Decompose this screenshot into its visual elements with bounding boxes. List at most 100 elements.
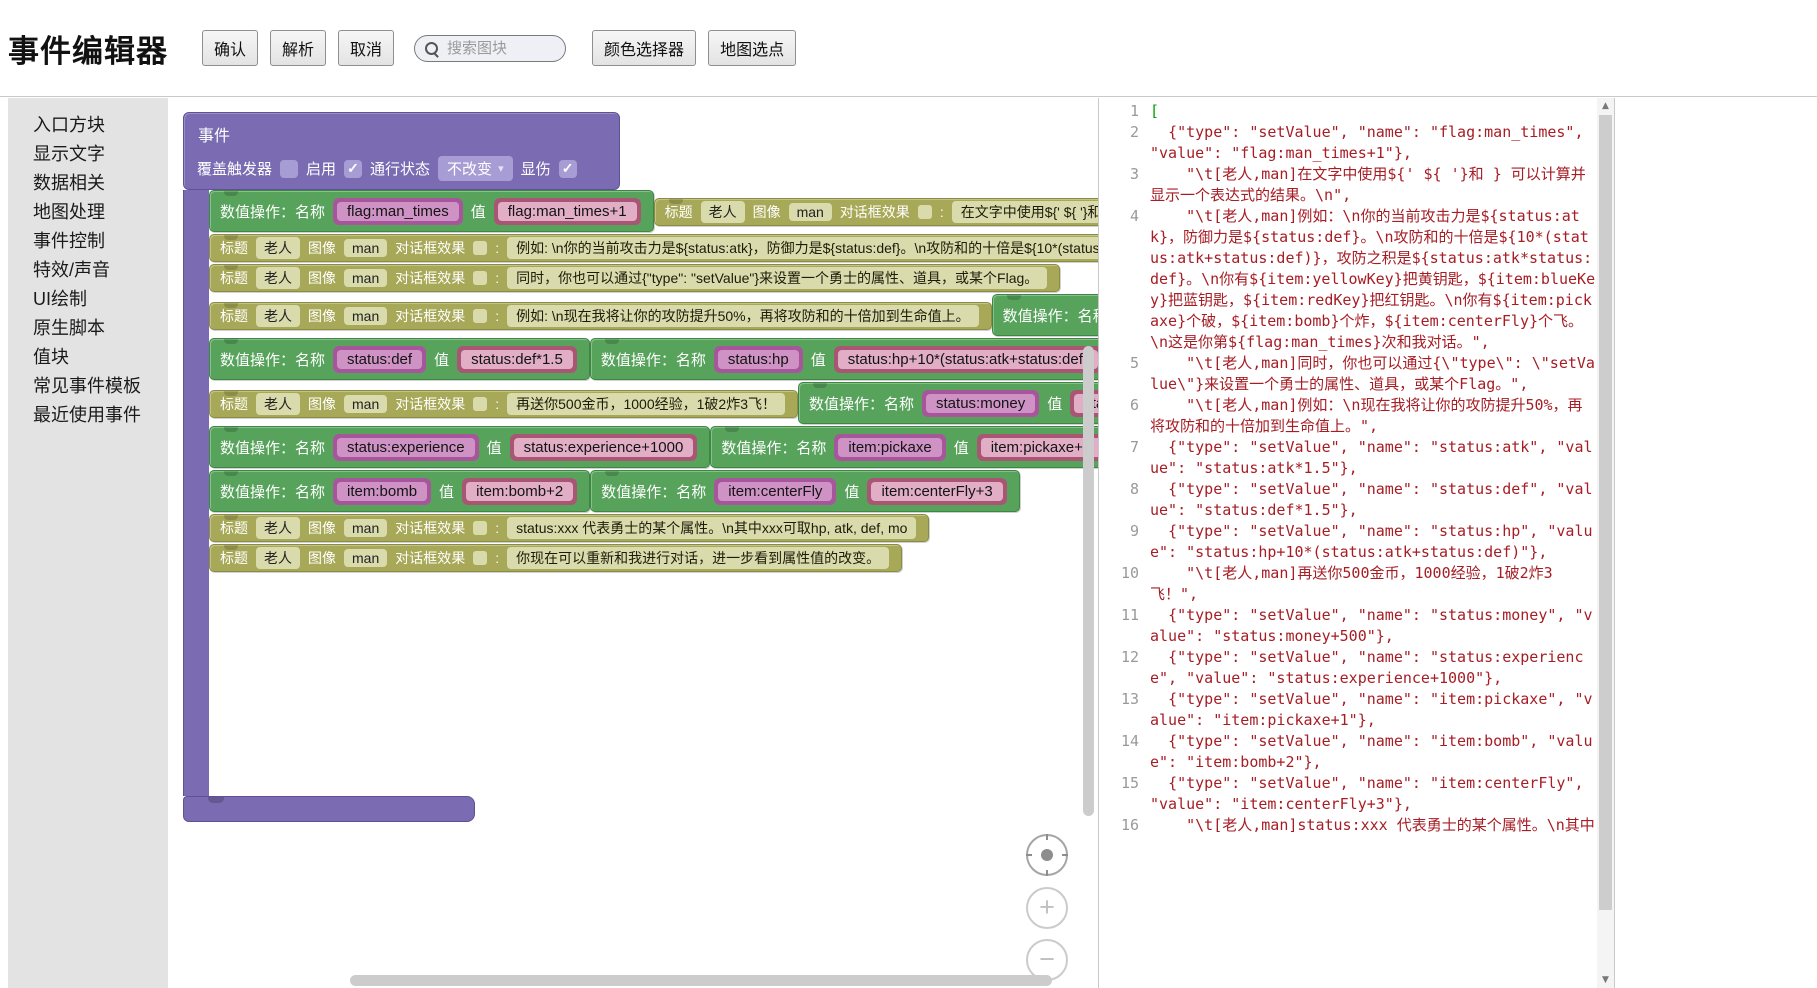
name-pill[interactable]: flag:man_times [337,202,459,221]
speaker-pill[interactable]: 老人 [256,393,300,415]
speaker-pill[interactable]: 老人 [256,267,300,289]
code-text[interactable]: "\t[老人,man]同时，你也可以通过{\"type\": \"setValu… [1150,353,1597,395]
dialog-effect-checkbox[interactable] [473,551,487,565]
value-pill[interactable]: status:def*1.5 [461,350,573,369]
block-set-value[interactable]: 数值操作：名称status:experience值status:experien… [209,426,710,468]
code-line[interactable]: 6 "\t[老人,man]例如：\n现在我将让你的攻防提升50%，再将攻防和的十… [1099,395,1597,437]
message-field[interactable]: 例如: \n现在我将让你的攻防提升50%，再将攻防和的十倍加到生命值上。 [507,305,978,327]
dialog-effect-checkbox[interactable] [473,241,487,255]
name-pill[interactable]: status:hp [718,350,799,369]
code-line[interactable]: 15 {"type": "setValue", "name": "item:ce… [1099,773,1597,815]
sidebar-item[interactable]: 值块 [8,343,168,372]
code-text[interactable]: {"type": "setValue", "name": "status:def… [1150,479,1597,521]
code-editor[interactable]: 1[2 {"type": "setValue", "name": "flag:m… [1098,98,1615,988]
code-line[interactable]: 11 {"type": "setValue", "name": "status:… [1099,605,1597,647]
image-pill[interactable]: man [344,395,387,413]
cancel-button[interactable]: 取消 [338,30,394,66]
code-text[interactable]: "\t[老人,man]例如：\n你的当前攻击力是${status:atk}，防御… [1150,206,1597,353]
code-text[interactable]: "\t[老人,man]再送你500金币，1000经验，1破2炸3飞！", [1150,563,1597,605]
zoom-in-button[interactable]: + [1026,887,1068,929]
speaker-pill[interactable]: 老人 [256,305,300,327]
code-line[interactable]: 10 "\t[老人,man]再送你500金币，1000经验，1破2炸3飞！", [1099,563,1597,605]
code-line[interactable]: 16 "\t[老人,man]status:xxx 代表勇士的某个属性。\n其中 [1099,815,1597,836]
message-field[interactable]: 再送你500金币，1000经验，1破2炸3飞！ [507,393,785,415]
code-text[interactable]: {"type": "setValue", "name": "status:atk… [1150,437,1597,479]
block-set-value[interactable]: 数值操作：名称status:def值status:def*1.5 [209,338,590,380]
block-set-value[interactable]: 数值操作：名称item:bomb值item:bomb+2 [209,470,590,512]
pass-state-dropdown[interactable]: 不改变 ▾ [438,156,513,181]
sidebar-item[interactable]: 原生脚本 [8,314,168,343]
block-show-text[interactable]: 标题老人图像man对话框效果:再送你500金币，1000经验，1破2炸3飞！ [209,390,798,418]
image-pill[interactable]: man [344,269,387,287]
dialog-effect-checkbox[interactable] [473,521,487,535]
search-input[interactable] [445,39,555,58]
code-text[interactable]: {"type": "setValue", "name": "status:mon… [1150,605,1597,647]
code-line[interactable]: 14 {"type": "setValue", "name": "item:bo… [1099,731,1597,773]
enable-checkbox[interactable]: ✓ [344,160,362,178]
block-show-text[interactable]: 标题老人图像man对话框效果:例如: \n现在我将让你的攻防提升50%，再将攻防… [209,302,992,330]
dialog-effect-checkbox[interactable] [473,271,487,285]
dialog-effect-checkbox[interactable] [473,397,487,411]
sidebar-item[interactable]: 事件控制 [8,227,168,256]
message-field[interactable]: 例如: \n你的当前攻击力是${status:atk}，防御力是${status… [507,237,1098,259]
code-scrollbar-thumb[interactable] [1599,115,1612,910]
search-box[interactable] [414,35,566,62]
parse-button[interactable]: 解析 [270,30,326,66]
code-line[interactable]: 5 "\t[老人,man]同时，你也可以通过{\"type\": \"setVa… [1099,353,1597,395]
blockly-workspace[interactable]: 事件 覆盖触发器 启用 ✓ 通行状态 不改变 ▾ 显伤 ✓ 数值操作：名称fla… [168,98,1098,988]
code-text[interactable]: {"type": "setValue", "name": "status:exp… [1150,647,1597,689]
code-text[interactable]: {"type": "setValue", "name": "item:cente… [1150,773,1597,815]
message-field[interactable]: 在文字中使用${' ${ '}和 } 可以计算并显示一个表达式的结果。\n [952,201,1098,223]
sidebar-item[interactable]: 特效/声音 [8,256,168,285]
value-pill[interactable]: flag:man_times+1 [498,202,637,221]
code-text[interactable]: {"type": "setValue", "name": "status:hp"… [1150,521,1597,563]
code-text[interactable]: "\t[老人,man]例如：\n现在我将让你的攻防提升50%，再将攻防和的十倍加… [1150,395,1597,437]
code-line[interactable]: 13 {"type": "setValue", "name": "item:pi… [1099,689,1597,731]
sidebar-item[interactable]: 入口方块 [8,111,168,140]
name-pill[interactable]: status:def [337,350,422,369]
override-trigger-checkbox[interactable] [280,160,298,178]
code-text[interactable]: "\t[老人,man]status:xxx 代表勇士的某个属性。\n其中 [1150,815,1597,836]
block-show-text[interactable]: 标题老人图像man对话框效果:同时，你也可以通过{"type": "setVal… [209,264,1060,292]
map-select-button[interactable]: 地图选点 [708,30,796,66]
image-pill[interactable]: man [789,203,832,221]
code-line[interactable]: 3 "\t[老人,man]在文字中使用${' ${ '}和 } 可以计算并显示一… [1099,164,1597,206]
speaker-pill[interactable]: 老人 [256,547,300,569]
display-damage-checkbox[interactable]: ✓ [559,160,577,178]
block-set-value[interactable]: 数值操作：名称item:centerFly值item:centerFly+3 [590,470,1020,512]
scroll-down-icon[interactable]: ▼ [1597,972,1614,988]
dialog-effect-checkbox[interactable] [473,309,487,323]
name-pill[interactable]: item:bomb [337,482,427,501]
speaker-pill[interactable]: 老人 [256,517,300,539]
block-set-value[interactable]: 数值操作：名称flag:man_times值flag:man_times+1 [209,190,654,232]
block-set-value[interactable]: 数值操作：名称status:atk值status:atk*1.5 [992,294,1098,336]
block-show-text[interactable]: 标题老人图像man对话框效果:status:xxx 代表勇士的某个属性。\n其中… [209,514,929,542]
code-line[interactable]: 9 {"type": "setValue", "name": "status:h… [1099,521,1597,563]
value-pill[interactable]: status:hp+10*(status:atk+status:def) [838,350,1098,369]
code-line[interactable]: 12 {"type": "setValue", "name": "status:… [1099,647,1597,689]
sidebar-item[interactable]: 地图处理 [8,198,168,227]
value-pill[interactable]: item:centerFly+3 [871,482,1002,501]
code-line[interactable]: 4 "\t[老人,man]例如：\n你的当前攻击力是${status:atk}，… [1099,206,1597,353]
value-pill[interactable]: item:bomb+2 [466,482,573,501]
dialog-effect-checkbox[interactable] [918,205,932,219]
value-pill[interactable]: item:pickaxe+1 [981,438,1098,457]
code-text[interactable]: {"type": "setValue", "name": "flag:man_t… [1150,122,1597,164]
code-line[interactable]: 8 {"type": "setValue", "name": "status:d… [1099,479,1597,521]
sidebar-item[interactable]: UI绘制 [8,285,168,314]
event-block[interactable]: 事件 覆盖触发器 启用 ✓ 通行状态 不改变 ▾ 显伤 ✓ [183,112,620,190]
message-field[interactable]: status:xxx 代表勇士的某个属性。\n其中xxx可取hp, atk, d… [507,517,916,539]
code-line[interactable]: 1[ [1099,101,1597,122]
name-pill[interactable]: status:experience [337,438,475,457]
sidebar-item[interactable]: 数据相关 [8,169,168,198]
scroll-up-icon[interactable]: ▲ [1597,98,1614,114]
speaker-pill[interactable]: 老人 [701,201,745,223]
code-line[interactable]: 7 {"type": "setValue", "name": "status:a… [1099,437,1597,479]
block-set-value[interactable]: 数值操作：名称item:pickaxe值item:pickaxe+1 [710,426,1098,468]
confirm-button[interactable]: 确认 [202,30,258,66]
code-text[interactable]: [ [1150,101,1597,122]
sidebar-item[interactable]: 最近使用事件 [8,401,168,430]
sidebar-item[interactable]: 显示文字 [8,140,168,169]
code-text[interactable]: "\t[老人,man]在文字中使用${' ${ '}和 } 可以计算并显示一个表… [1150,164,1597,206]
speaker-pill[interactable]: 老人 [256,237,300,259]
